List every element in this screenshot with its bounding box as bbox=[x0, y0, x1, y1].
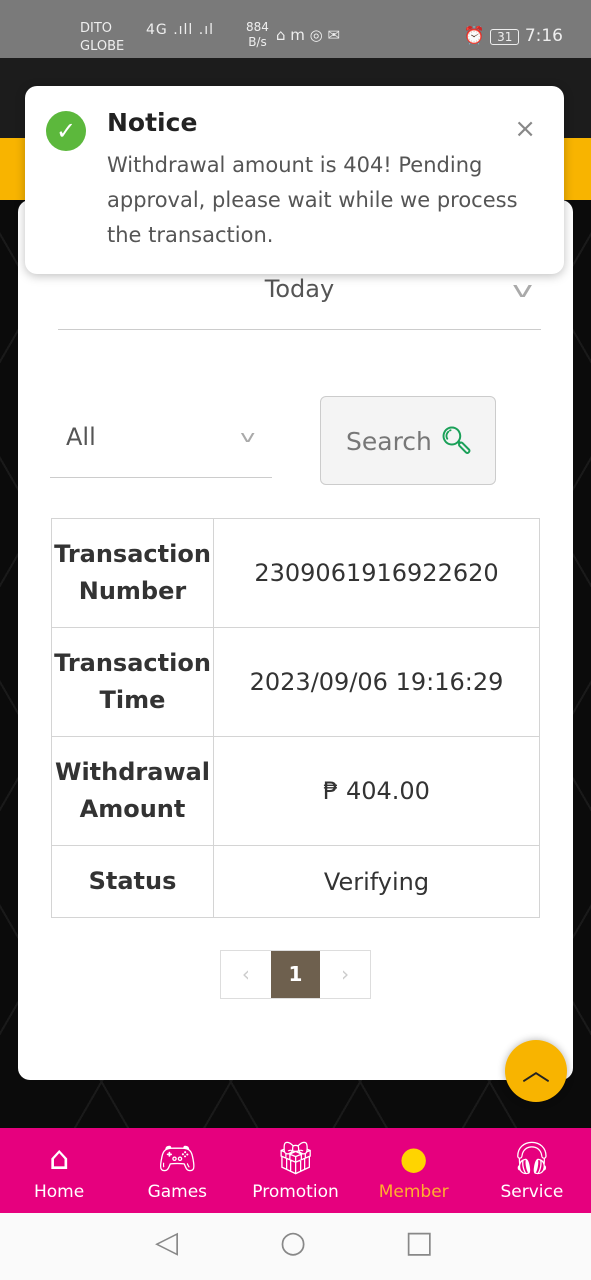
status-bar: DITO GLOBE 4G .ıll .ıl 884 B/s ⌂ m ◎ ✉ ⏰ 3… bbox=[0, 0, 591, 58]
search-icon: 🔍︎ bbox=[439, 426, 473, 456]
chevron-down-icon: v bbox=[239, 427, 255, 446]
gamepad-icon: 🎮︎ bbox=[156, 1139, 198, 1177]
carrier-1: DITO bbox=[80, 21, 113, 36]
notice-message: Withdrawal amount is 404! Pending approv… bbox=[107, 153, 518, 247]
clock: 7:16 bbox=[524, 26, 563, 46]
table-row: Transaction Time 2023/09/06 19:16:29 bbox=[51, 627, 540, 737]
row-value: 2023/09/06 19:16:29 bbox=[213, 627, 540, 737]
row-label: Withdrawal Amount bbox=[51, 736, 214, 846]
table-row: Transaction Number 2309061916922620 bbox=[51, 518, 540, 628]
row-label: Status bbox=[51, 845, 214, 918]
speed-value: 884 bbox=[246, 20, 269, 34]
scroll-to-top-button[interactable]: ︿ bbox=[505, 1040, 567, 1102]
row-label: Transaction Number bbox=[51, 518, 214, 628]
nav-label: Home bbox=[34, 1182, 85, 1202]
alarm-icon: ⏰ bbox=[463, 26, 485, 46]
status-value: Verifying bbox=[213, 845, 540, 918]
notification-icons: ⌂ m ◎ ✉ bbox=[276, 26, 341, 44]
bottom-nav: ⌂ Home 🎮︎ Games 🎁︎ Promotion ● Member 🎧︎ Serv… bbox=[0, 1128, 591, 1213]
status-right: ⏰ 31 7:16 bbox=[464, 26, 563, 46]
battery-icon: 31 bbox=[490, 29, 520, 45]
chevron-up-icon: ︿ bbox=[521, 1054, 550, 1087]
nav-service[interactable]: 🎧︎ Service bbox=[473, 1128, 591, 1213]
speed-unit: B/s bbox=[248, 35, 267, 49]
gift-icon: 🎁︎ bbox=[275, 1139, 316, 1177]
table-row: Status Verifying bbox=[51, 845, 540, 918]
carrier-2: GLOBE bbox=[80, 39, 125, 54]
home-icon: ⌂ bbox=[48, 1139, 70, 1177]
recents-icon[interactable]: □ bbox=[405, 1225, 433, 1260]
type-filter-select[interactable]: All v bbox=[50, 410, 272, 478]
nav-label: Service bbox=[500, 1182, 564, 1202]
headset-icon: 🎧︎ bbox=[511, 1139, 553, 1177]
chevron-down-icon: v bbox=[512, 278, 533, 303]
withdrawal-records-card: Today v All v Search 🔍︎ Transaction Number 2… bbox=[18, 200, 573, 1080]
home-circle-icon[interactable]: ○ bbox=[280, 1225, 306, 1260]
prev-page-button[interactable]: ‹ bbox=[221, 951, 271, 998]
next-page-button[interactable]: › bbox=[320, 951, 370, 998]
pagination: ‹ 1 › bbox=[220, 950, 371, 999]
signal-icon: 4G .ıll .ıl bbox=[146, 22, 215, 38]
transaction-table: Transaction Number 2309061916922620 Trans… bbox=[51, 518, 540, 918]
check-circle-icon: ✓ bbox=[46, 111, 86, 151]
nav-label: Member bbox=[378, 1182, 449, 1202]
date-filter-select[interactable]: Today v bbox=[58, 270, 541, 330]
row-value: ₱ 404.00 bbox=[213, 736, 540, 846]
carrier-info: DITO GLOBE bbox=[80, 20, 124, 56]
type-filter-value: All bbox=[66, 423, 96, 451]
nav-home[interactable]: ⌂ Home bbox=[0, 1128, 118, 1213]
back-icon[interactable]: ◁ bbox=[155, 1225, 178, 1260]
date-filter-value: Today bbox=[264, 275, 335, 303]
row-label: Transaction Time bbox=[51, 627, 214, 737]
system-nav-bar: ◁ ○ □ bbox=[0, 1213, 591, 1280]
page-1-button[interactable]: 1 bbox=[270, 951, 321, 998]
notice-toast: ✓ Notice Withdrawal amount is 404! Pendi… bbox=[25, 86, 564, 274]
search-button[interactable]: Search 🔍︎ bbox=[320, 396, 496, 485]
notice-title: Notice bbox=[107, 108, 198, 137]
member-icon: ● bbox=[399, 1139, 428, 1177]
network-speed: 884 B/s bbox=[246, 20, 269, 50]
table-row: Withdrawal Amount ₱ 404.00 bbox=[51, 736, 540, 846]
nav-label: Games bbox=[147, 1182, 208, 1202]
row-value: 2309061916922620 bbox=[213, 518, 540, 628]
nav-games[interactable]: 🎮︎ Games bbox=[118, 1128, 236, 1213]
nav-promotion[interactable]: 🎁︎ Promotion bbox=[236, 1128, 354, 1213]
close-icon[interactable]: × bbox=[514, 114, 536, 144]
nav-member[interactable]: ● Member bbox=[355, 1128, 473, 1213]
nav-label: Promotion bbox=[252, 1182, 339, 1202]
search-label: Search bbox=[346, 427, 432, 456]
